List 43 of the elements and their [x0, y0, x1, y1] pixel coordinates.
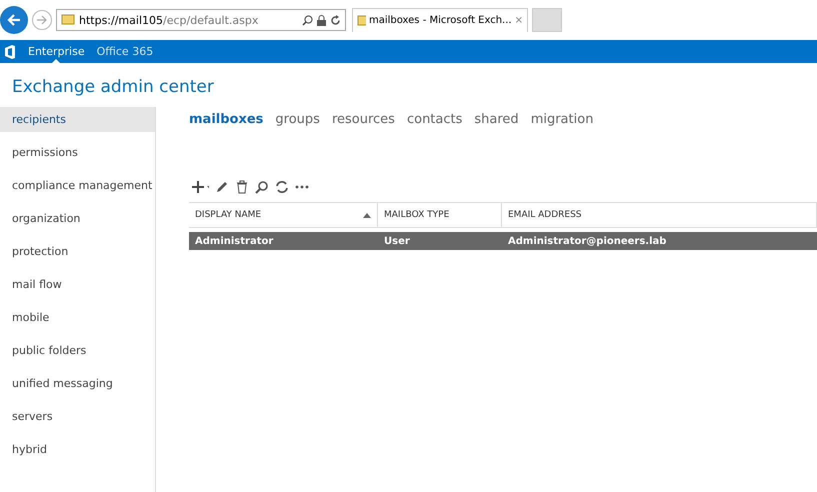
lock-icon: [317, 14, 326, 26]
address-bar[interactable]: https://mail105/ecp/default.aspx: [56, 9, 346, 31]
close-icon[interactable]: ×: [514, 15, 523, 26]
column-header[interactable]: DISPLAY NAME: [189, 203, 378, 227]
table-cell-text: Administrator@pioneers.lab: [507, 234, 668, 248]
sidebar-item[interactable]: permissions: [0, 140, 155, 165]
sidebar-item[interactable]: protection: [0, 239, 155, 264]
page-title: Exchange admin center: [11, 76, 215, 99]
top-nav-link[interactable]: Enterprise: [28, 40, 85, 63]
sidebar-item[interactable]: mail flow: [0, 272, 155, 297]
search-icon[interactable]: [255, 180, 269, 194]
refresh-icon[interactable]: [275, 180, 289, 194]
sidebar-item[interactable]: mobile: [0, 305, 155, 330]
tab[interactable]: mailboxes: [189, 112, 264, 127]
sidebar-item[interactable]: hybrid: [0, 437, 155, 462]
office-logo-icon: [4, 44, 16, 58]
tab[interactable]: contacts: [406, 112, 462, 127]
left-arrow-icon: [6, 12, 22, 28]
tab[interactable]: shared: [474, 112, 519, 127]
back-button[interactable]: [0, 6, 28, 34]
add-icon[interactable]: [189, 180, 209, 194]
pencil-icon[interactable]: [215, 180, 229, 194]
column-header[interactable]: MAILBOX TYPE: [378, 203, 502, 227]
refresh-icon[interactable]: [330, 14, 341, 26]
sidebar-item[interactable]: servers: [0, 404, 155, 429]
trash-icon[interactable]: [235, 180, 249, 194]
column-header[interactable]: EMAIL ADDRESS: [502, 203, 817, 227]
table-row[interactable]: Administrator User Administrator@pioneers.lab: [189, 232, 817, 250]
tab[interactable]: migration: [530, 112, 594, 127]
top-nav-link[interactable]: Office 365: [96, 40, 154, 63]
selection-notch-icon: [52, 59, 60, 63]
sidebar-item[interactable]: recipients: [0, 107, 155, 132]
tab[interactable]: groups: [275, 112, 320, 127]
table-cell-text: User: [383, 234, 411, 248]
search-icon[interactable]: [302, 14, 313, 26]
table-cell-text: Administrator: [194, 234, 274, 248]
sidebar-item[interactable]: compliance management: [0, 173, 155, 198]
right-arrow-icon: [36, 14, 48, 26]
sidebar-item[interactable]: public folders: [0, 338, 155, 363]
browser-tab[interactable]: mailboxes - Microsoft Exch... ×: [352, 8, 528, 32]
sidebar-item[interactable]: unified messaging: [0, 371, 155, 396]
sidebar-item[interactable]: organization: [0, 206, 155, 231]
tab[interactable]: resources: [332, 112, 395, 127]
